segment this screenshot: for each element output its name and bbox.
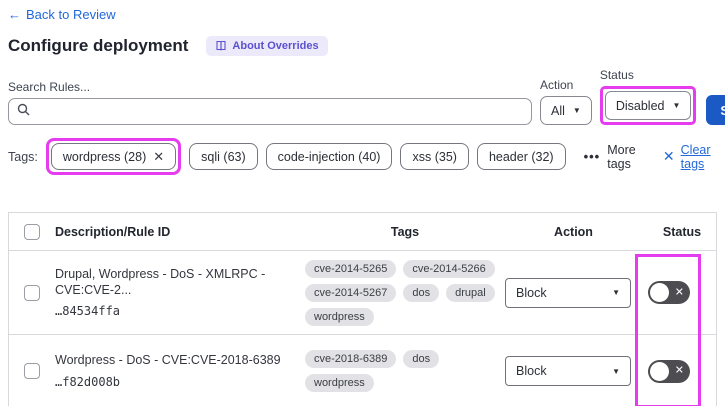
table-row: Wordpress - DoS - CVE:CVE-2018-6389 …f82… xyxy=(9,335,716,406)
remove-tag-icon[interactable]: ✕ xyxy=(153,149,164,165)
about-overrides-badge[interactable]: About Overrides xyxy=(206,36,328,56)
action-filter-dropdown[interactable]: All ▼ xyxy=(540,96,592,125)
selected-tag-highlight: wordpress (28) ✕ xyxy=(45,138,182,175)
clear-tags-button[interactable]: ✕ Clear tags xyxy=(663,143,717,171)
column-header-action: Action xyxy=(554,224,593,239)
about-overrides-label: About Overrides xyxy=(232,40,319,52)
select-all-checkbox[interactable] xyxy=(24,223,40,240)
rule-tag: cve-2018-6389 xyxy=(305,350,397,368)
chevron-down-icon: ▼ xyxy=(612,366,620,376)
toggle-knob xyxy=(650,283,669,302)
column-header-description: Description/Rule ID xyxy=(55,224,171,239)
rule-description: Drupal, Wordpress - DoS - XMLRPC - CVE:C… xyxy=(55,266,266,297)
page-header: Configure deployment About Overrides xyxy=(8,36,717,56)
tag-chip-wordpress[interactable]: wordpress (28) ✕ xyxy=(50,143,177,170)
tag-chip-label: wordpress (28) xyxy=(62,149,147,164)
rule-tag: dos xyxy=(403,350,440,368)
page-title: Configure deployment xyxy=(8,36,189,55)
tags-bar: Tags: wordpress (28) ✕ sqli (63) code-inj… xyxy=(8,138,717,175)
action-select-value: Block xyxy=(516,285,547,300)
status-toggle[interactable]: ✕ xyxy=(648,359,690,383)
book-icon xyxy=(215,40,227,52)
filter-bar: Search Rules... Action All ▼ Status Disa… xyxy=(8,68,725,125)
tag-chip[interactable]: code-injection (40) xyxy=(265,143,393,170)
toggle-off-icon: ✕ xyxy=(674,364,684,377)
status-filter-highlight: Disabled ▼ xyxy=(599,86,697,125)
rule-id: …f82d008b xyxy=(55,374,121,389)
back-link-label: Back to Review xyxy=(26,7,116,22)
row-checkbox[interactable] xyxy=(24,284,40,301)
tag-chip[interactable]: sqli (63) xyxy=(189,143,258,170)
configure-deployment-page: ← Back to Review Configure deployment Ab… xyxy=(0,0,725,406)
chevron-down-icon: ▼ xyxy=(672,101,681,110)
table-header-row: Description/Rule ID Tags Action Status xyxy=(9,213,716,251)
search-rules-label: Search Rules... xyxy=(8,80,91,94)
status-toggle[interactable]: ✕ xyxy=(648,281,690,304)
column-header-tags: Tags xyxy=(390,224,420,239)
table-row: Drupal, Wordpress - DoS - XMLRPC - CVE:C… xyxy=(9,251,716,335)
more-tags-label: More tags xyxy=(607,142,636,171)
search-rules-input[interactable] xyxy=(36,104,523,119)
tag-chip[interactable]: xss (35) xyxy=(400,143,469,170)
tag-chip-list: sqli (63) code-injection (40) xss (35) head… xyxy=(189,143,566,170)
search-button[interactable]: Search xyxy=(706,95,725,125)
status-filter-label: Status xyxy=(599,68,634,82)
toggle-off-icon: ✕ xyxy=(674,286,684,298)
chevron-down-icon: ▼ xyxy=(612,288,620,297)
rule-tag: cve-2014-5265 xyxy=(305,259,397,278)
search-box[interactable] xyxy=(8,98,532,125)
rule-tag-list: cve-2018-6389 dos wordpress xyxy=(305,342,505,400)
back-arrow-icon: ← xyxy=(8,7,21,22)
action-filter-label: Action xyxy=(540,78,574,92)
action-filter-value: All xyxy=(551,103,565,118)
rule-description: Wordpress - DoS - CVE:CVE-2018-6389 xyxy=(55,353,281,368)
clear-tags-label: Clear tags xyxy=(680,142,711,171)
rule-tag: dos xyxy=(403,283,440,302)
chevron-down-icon: ▼ xyxy=(572,106,581,115)
rules-table: Description/Rule ID Tags Action Status D… xyxy=(8,212,717,406)
search-icon xyxy=(17,103,30,121)
status-filter-dropdown[interactable]: Disabled ▼ xyxy=(604,91,692,120)
action-select-value: Block xyxy=(516,364,547,378)
ellipsis-icon: ••• xyxy=(583,149,601,164)
status-filter-value: Disabled xyxy=(615,98,665,113)
rule-tag-list: cve-2014-5265 cve-2014-5266 cve-2014-5267 d… xyxy=(305,252,505,334)
clear-tags-icon: ✕ xyxy=(662,148,675,164)
rule-tag: wordpress xyxy=(305,374,374,392)
rule-tag: drupal xyxy=(446,283,495,302)
tags-bar-label: Tags: xyxy=(8,149,38,164)
tag-chip[interactable]: header (32) xyxy=(476,143,566,170)
more-tags-button[interactable]: ••• More tags xyxy=(584,143,641,171)
table-body: Drupal, Wordpress - DoS - XMLRPC - CVE:C… xyxy=(9,251,716,406)
rule-id: …84534ffa xyxy=(55,304,121,319)
toggle-knob xyxy=(650,361,669,381)
action-select[interactable]: Block ▼ xyxy=(505,277,631,308)
back-to-review-link[interactable]: ← Back to Review xyxy=(8,7,116,22)
rule-tag: cve-2014-5267 xyxy=(305,283,397,302)
column-header-status: Status xyxy=(662,224,702,239)
row-checkbox[interactable] xyxy=(24,363,40,379)
rule-tag: wordpress xyxy=(305,307,374,326)
rule-tag: cve-2014-5266 xyxy=(403,259,495,278)
action-select[interactable]: Block ▼ xyxy=(505,356,631,386)
